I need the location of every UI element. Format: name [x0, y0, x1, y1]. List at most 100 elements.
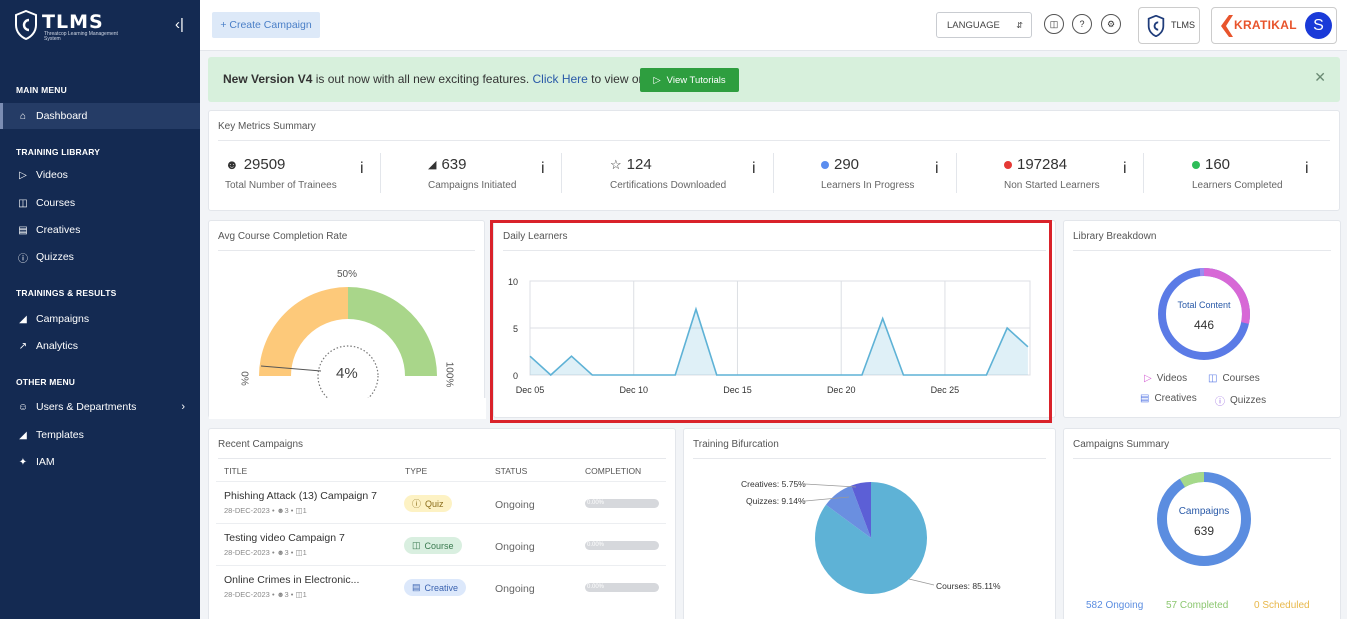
completion-bar: 0.00%: [585, 499, 659, 508]
status-text: Ongoing: [495, 499, 535, 511]
campaigns-center-value: 639: [1193, 524, 1215, 538]
legend-ongoing[interactable]: 582 Ongoing: [1086, 600, 1143, 611]
collapse-icon[interactable]: ‹|: [175, 16, 184, 33]
brand-subtitle: Threatcop Learning Management System: [44, 31, 118, 42]
legend-label: Videos: [1156, 373, 1188, 384]
legend-videos[interactable]: ▷ Videos: [1144, 373, 1187, 384]
star-icon: ☆: [610, 156, 622, 172]
org-name: KRATIKAL: [1234, 18, 1297, 32]
metric-label: Certifications Downloaded: [610, 180, 727, 191]
pie-label-connector: [804, 483, 857, 488]
bifurcation-pie: [804, 482, 935, 594]
sidebar-item-label: Templates: [36, 429, 84, 441]
user-icon: ☻: [225, 157, 239, 172]
legend-label: Quizzes: [1230, 395, 1267, 406]
completion-card: Avg Course Completion Rate 4% 50% 0% 100…: [208, 220, 486, 419]
section-training-library: TRAINING LIBRARY: [16, 147, 101, 157]
close-icon[interactable]: ✕: [1314, 69, 1326, 86]
video-icon: ▷: [1144, 373, 1152, 384]
metric-label: Learners In Progress: [821, 180, 915, 191]
status-dot: [821, 160, 829, 169]
sidebar-item-label: Campaigns: [36, 313, 90, 325]
banner-text: is out now with all new exciting feature…: [312, 72, 533, 86]
trend-icon: ↗: [18, 340, 28, 352]
col-header-status: STATUS: [495, 466, 528, 476]
topbar: + Create Campaign LANGUAGE ⇵ ◫ ? ⚙ TLMS …: [200, 0, 1347, 51]
sidebar-item-campaigns[interactable]: ◢ Campaigns: [0, 306, 200, 332]
col-header-title: TITLE: [224, 466, 248, 476]
sidebar-item-iam[interactable]: ✦ IAM: [0, 449, 200, 475]
completion-gauge: [209, 287, 486, 419]
legend-completed[interactable]: 57 Completed: [1166, 600, 1228, 611]
metric-trainees: ☻ 29509 Total Number of Trainees: [225, 156, 337, 191]
section-other-menu: OTHER MENU: [16, 377, 76, 387]
info-icon[interactable]: i: [1305, 160, 1309, 178]
image-icon: ▤: [1140, 393, 1150, 404]
gauge-label-50: 50%: [337, 269, 358, 280]
book-icon: ◫: [18, 197, 28, 209]
metric-value: 290: [834, 156, 860, 173]
section-main-menu: MAIN MENU: [16, 85, 67, 95]
status-dot: [1004, 160, 1012, 169]
table-row[interactable]: Testing video Campaign 7 28-DEC-2023 • ☻…: [216, 524, 666, 566]
org-switch[interactable]: KRATIKAL S: [1211, 7, 1337, 44]
language-select[interactable]: LANGUAGE ⇵: [936, 12, 1032, 38]
campaigns-center-label: Campaigns: [1178, 506, 1230, 517]
pie-label-courses: Courses: 85.11%: [936, 581, 1001, 591]
gauge-label-100: 100%: [443, 361, 455, 388]
tlms-switch[interactable]: TLMS: [1138, 7, 1200, 44]
table-row[interactable]: Online Crimes in Electronic... 28-DEC-20…: [216, 566, 666, 608]
book-open-icon[interactable]: ◫: [1044, 14, 1064, 34]
pie-label-quizzes: Quizzes: 9.14%: [746, 496, 806, 506]
sidebar-item-users[interactable]: ☺ Users & Departments ›: [0, 394, 200, 420]
sidebar-item-label: Quizzes: [36, 251, 74, 263]
tlms-logo[interactable]: TLMS Threatcop Learning Management Syste…: [14, 10, 184, 46]
metric-label: Campaigns Initiated: [428, 180, 517, 191]
table-row[interactable]: Phishing Attack (13) Campaign 7 28-DEC-2…: [216, 482, 666, 524]
banner-click-here-link[interactable]: Click Here: [532, 72, 587, 86]
info-icon[interactable]: i: [1123, 160, 1127, 178]
sidebar-item-templates[interactable]: ◢ Templates: [0, 422, 200, 448]
sidebar-item-quizzes[interactable]: ⓘ Quizzes: [0, 244, 200, 270]
sidebar-item-videos[interactable]: ▷ Videos: [0, 162, 200, 188]
metric-campaigns: ◢ 639 Campaigns Initiated: [428, 156, 516, 191]
type-badge: ⓘ Quiz: [404, 495, 452, 512]
pie-label-creatives: Creatives: 5.75%: [741, 479, 806, 489]
view-tutorials-button[interactable]: ▷ View Tutorials: [640, 68, 739, 92]
metric-label: Non Started Learners: [1004, 180, 1100, 191]
sidebar-item-label: Users & Departments: [36, 401, 137, 413]
campaign-meta: 28-DEC-2023 • ☻3 • ◫1: [224, 506, 307, 515]
highlight-box: [490, 220, 1052, 423]
sidebar: TLMS Threatcop Learning Management Syste…: [0, 0, 200, 619]
col-header-completion: COMPLETION: [585, 466, 642, 476]
question-icon: ⓘ: [18, 253, 28, 265]
sidebar-item-courses[interactable]: ◫ Courses: [0, 190, 200, 216]
legend-scheduled[interactable]: 0 Scheduled: [1254, 600, 1310, 611]
network-icon: ✦: [18, 456, 28, 468]
info-icon[interactable]: i: [360, 160, 364, 178]
info-icon[interactable]: i: [752, 160, 756, 178]
info-icon[interactable]: i: [935, 160, 939, 178]
col-header-type: TYPE: [405, 466, 428, 476]
section-trainings-results: TRAININGS & RESULTS: [16, 288, 117, 298]
sidebar-item-creatives[interactable]: ▤ Creatives: [0, 217, 200, 243]
completion-value: 4%: [336, 365, 358, 382]
book-icon: ◫: [412, 540, 421, 550]
info-icon[interactable]: i: [541, 160, 545, 178]
legend-courses[interactable]: ◫ Courses: [1208, 373, 1260, 384]
question-icon: ⓘ: [412, 499, 422, 509]
legend-quizzes[interactable]: ⓘ Quizzes: [1215, 393, 1266, 408]
help-icon[interactable]: ?: [1072, 14, 1092, 34]
legend-creatives[interactable]: ▤ Creatives: [1140, 393, 1197, 404]
sidebar-item-label: Creatives: [36, 224, 81, 236]
sidebar-item-dashboard[interactable]: ⌂ Dashboard: [0, 103, 200, 129]
avatar[interactable]: S: [1305, 12, 1332, 39]
library-center-value: 446: [1193, 318, 1215, 332]
metric-value: 29509: [243, 156, 286, 173]
settings-icon[interactable]: ⚙: [1101, 14, 1121, 34]
create-campaign-button[interactable]: + Create Campaign: [212, 12, 320, 38]
image-icon: ▤: [18, 224, 28, 236]
key-metrics-card: Key Metrics Summary: [208, 110, 1340, 211]
banner-version: New Version V4: [223, 72, 313, 86]
sidebar-item-analytics[interactable]: ↗ Analytics: [0, 333, 200, 359]
